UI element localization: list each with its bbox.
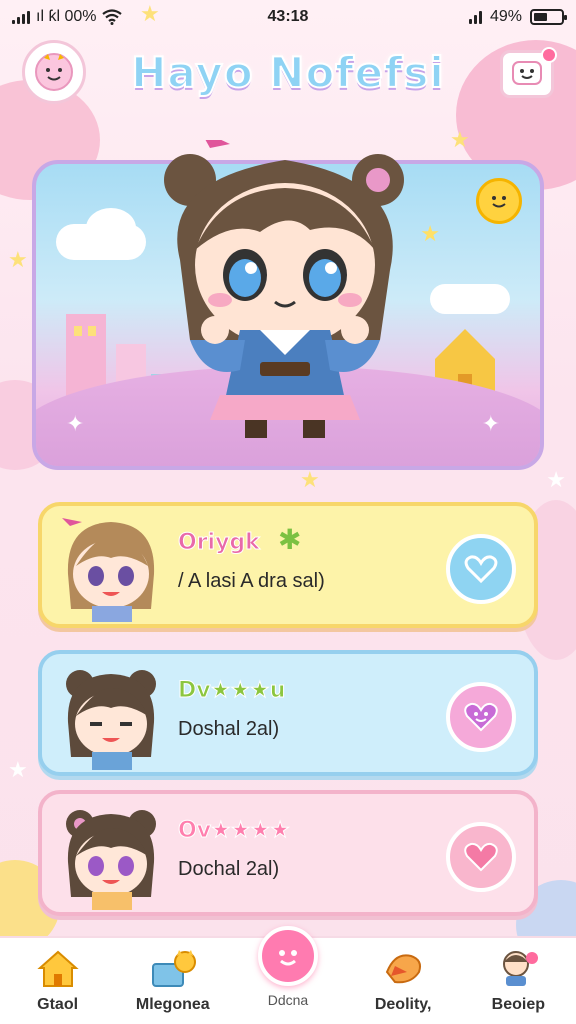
notification-dot xyxy=(541,47,557,63)
nav-label: Gtaol xyxy=(37,996,79,1013)
nav-item-profile[interactable]: Beoiep xyxy=(463,946,573,1014)
character-card-3[interactable]: Ov★★★★ Dochal 2al) xyxy=(38,790,538,916)
main-character-illustration xyxy=(164,140,404,438)
battery-percent: 49% xyxy=(489,8,522,25)
battery-icon xyxy=(530,9,567,25)
top-bar: Hayo Nofefsi xyxy=(0,40,576,120)
sparkle-icon: ✦ xyxy=(481,412,500,437)
cell-signal-icon xyxy=(468,10,482,24)
leaf-icon: ✱ xyxy=(278,523,302,556)
heart-icon xyxy=(464,842,498,872)
nav-label: Ddcna xyxy=(267,992,309,1008)
card-name: Oriygk xyxy=(178,530,261,556)
face-bubble-icon xyxy=(278,950,297,966)
character-avatar xyxy=(66,810,156,910)
heart-face-icon xyxy=(464,702,498,732)
star-icon: ★ xyxy=(420,222,440,247)
nav-label: Deolity, xyxy=(374,996,432,1013)
character-card-2[interactable]: Dv★★★u Doshal 2al) xyxy=(38,650,538,776)
nav-item-quality[interactable]: Deolity, xyxy=(348,946,458,1014)
character-avatar xyxy=(66,670,156,770)
home-icon xyxy=(36,950,79,987)
messages-button[interactable] xyxy=(500,47,557,98)
profile-avatar-button[interactable] xyxy=(22,40,86,104)
character-card-1[interactable]: Oriygk ✱ / A lasi A dra sal) xyxy=(38,502,538,628)
favorite-heart-button[interactable] xyxy=(446,534,516,604)
chat-face-icon xyxy=(512,61,542,85)
card-subtitle: Doshal 2al) xyxy=(178,718,280,740)
character-avatar xyxy=(62,518,155,622)
status-bar: ıl ƙl 00% 43:18 49% xyxy=(0,0,576,36)
heart-button[interactable] xyxy=(446,822,516,892)
nav-label: Mlegonea xyxy=(135,996,210,1013)
heart-face-button[interactable] xyxy=(446,682,516,752)
bird-icon xyxy=(386,954,422,984)
nav-label: Beoiep xyxy=(491,996,546,1013)
character-icon xyxy=(503,951,539,986)
nav-item-collection[interactable]: Mlegonea xyxy=(118,946,228,1014)
sparkle-icon: ✦ xyxy=(66,412,85,437)
card-name: Ov★★★★ xyxy=(178,818,291,844)
card-subtitle: Dochal 2al) xyxy=(178,858,280,880)
nav-item-home[interactable]: Gtaol xyxy=(3,946,113,1014)
card-name: Dv★★★u xyxy=(177,678,286,704)
sun-smiley-icon xyxy=(476,178,522,224)
nav-item-center[interactable]: Ddcna xyxy=(233,926,343,1008)
smiley-cloud-icon xyxy=(35,53,73,91)
cat-box-icon xyxy=(151,950,196,987)
card-subtitle: / A lasi A dra sal) xyxy=(178,570,325,592)
app-title: Hayo Nofefsi xyxy=(130,47,445,98)
bottom-navigation: Gtaol Mlegonea Ddcna Deolity, Beoiep xyxy=(0,926,576,1024)
heart-outline-icon xyxy=(464,555,498,584)
